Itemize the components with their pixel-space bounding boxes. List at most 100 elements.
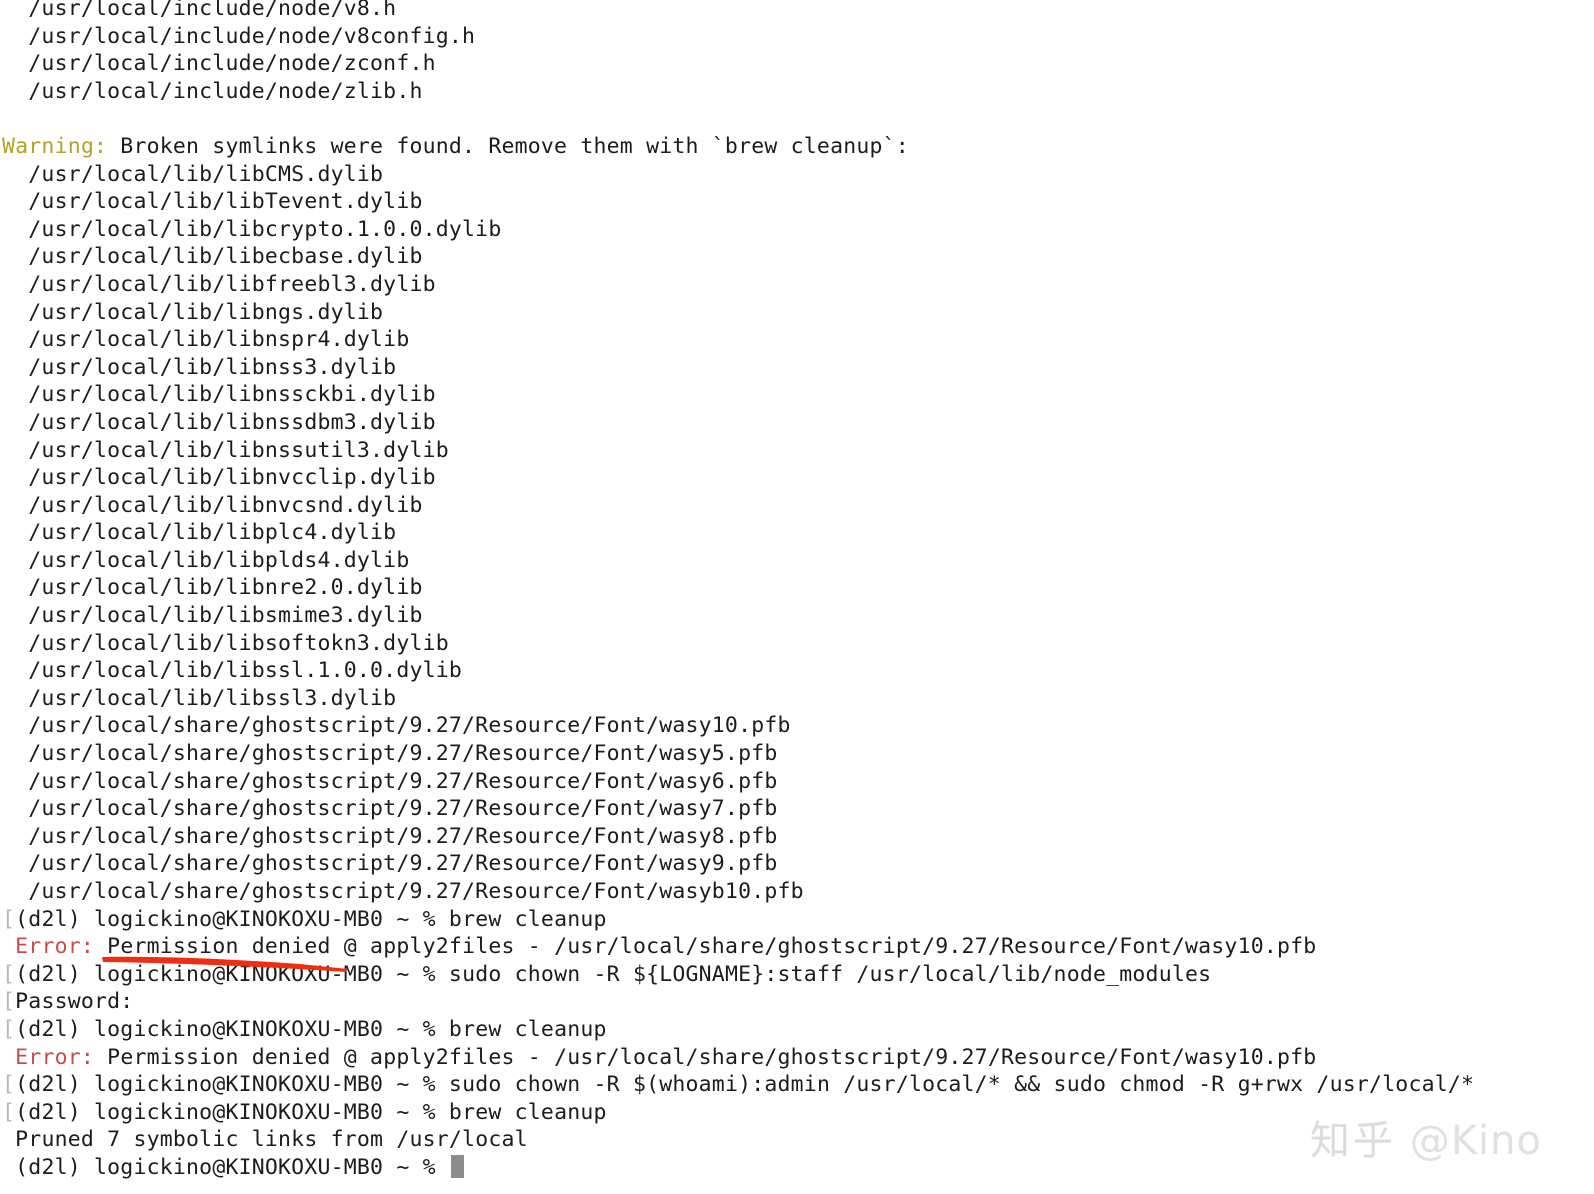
terminal-output-line: /usr/local/lib/libssl3.dylib bbox=[0, 685, 1594, 713]
prompt-mark bbox=[2, 934, 15, 959]
terminal-output-line: /usr/local/lib/libnvcsnd.dylib bbox=[0, 492, 1594, 520]
terminal-prompt-line: (d2l) logickino@KINOKOXU-MB0 ~ % bbox=[0, 1154, 1594, 1182]
output-text: Pruned 7 symbolic links from /usr/local bbox=[15, 1127, 528, 1153]
warning-text: Broken symlinks were found. Remove them … bbox=[107, 133, 909, 159]
prompt-mark bbox=[2, 1155, 15, 1180]
terminal-output-line: /usr/local/lib/libnssutil3.dylib bbox=[0, 437, 1594, 465]
output-text: /usr/local/lib/libecbase.dylib bbox=[2, 244, 423, 270]
shell-prompt: (d2l) logickino@KINOKOXU-MB0 ~ % bbox=[15, 906, 449, 932]
prompt-mark: [ bbox=[2, 1072, 16, 1098]
output-text: /usr/local/share/ghostscript/9.27/Resour… bbox=[2, 851, 778, 877]
output-text: /usr/local/lib/libfreebl3.dylib bbox=[2, 271, 436, 297]
shell-prompt: (d2l) logickino@KINOKOXU-MB0 ~ % bbox=[15, 961, 449, 987]
prompt-mark: [ bbox=[2, 906, 16, 932]
output-text: /usr/local/lib/libsoftokn3.dylib bbox=[2, 630, 449, 656]
error-text: Permission denied @ apply2files - /usr/l… bbox=[94, 934, 1317, 960]
terminal-output-line: /usr/local/lib/libnssdbm3.dylib bbox=[0, 409, 1594, 437]
output-text: /usr/local/lib/libCMS.dylib bbox=[2, 161, 384, 187]
error-text: Permission denied @ apply2files - /usr/l… bbox=[94, 1044, 1317, 1070]
prompt-mark: [ bbox=[2, 989, 16, 1015]
terminal-output-line: /usr/local/lib/libnssckbi.dylib bbox=[0, 381, 1594, 409]
terminal-output-line: [Password: bbox=[0, 988, 1594, 1016]
prompt-mark: [ bbox=[2, 1099, 16, 1125]
terminal-prompt-line: [(d2l) logickino@KINOKOXU-MB0 ~ % brew c… bbox=[0, 1016, 1594, 1044]
terminal-output-line: /usr/local/lib/libsmime3.dylib bbox=[0, 602, 1594, 630]
terminal-output-line: /usr/local/share/ghostscript/9.27/Resour… bbox=[0, 740, 1594, 768]
terminal-error-line: Error: Permission denied @ apply2files -… bbox=[0, 933, 1594, 961]
output-text: /usr/local/share/ghostscript/9.27/Resour… bbox=[2, 823, 778, 849]
prompt-mark bbox=[2, 1045, 15, 1070]
output-text: /usr/local/lib/libngs.dylib bbox=[2, 299, 384, 325]
terminal-output-line: /usr/local/share/ghostscript/9.27/Resour… bbox=[0, 795, 1594, 823]
terminal-prompt-line: [(d2l) logickino@KINOKOXU-MB0 ~ % sudo c… bbox=[0, 1071, 1594, 1099]
terminal-output-line: /usr/local/lib/libsoftokn3.dylib bbox=[0, 630, 1594, 658]
output-text: /usr/local/include/node/zconf.h bbox=[2, 51, 436, 77]
terminal-prompt-line: [(d2l) logickino@KINOKOXU-MB0 ~ % brew c… bbox=[0, 1099, 1594, 1127]
output-text: /usr/local/lib/libnre2.0.dylib bbox=[2, 575, 423, 601]
output-text: /usr/local/lib/libnvcclip.dylib bbox=[2, 465, 436, 491]
terminal-output-line: /usr/local/share/ghostscript/9.27/Resour… bbox=[0, 712, 1594, 740]
terminal-output-line: /usr/local/share/ghostscript/9.27/Resour… bbox=[0, 823, 1594, 851]
shell-command[interactable]: sudo chown -R ${LOGNAME}:staff /usr/loca… bbox=[449, 962, 1211, 987]
warning-label: Warning: bbox=[2, 133, 108, 159]
prompt-mark bbox=[2, 1127, 15, 1152]
output-text: /usr/local/lib/libnssdbm3.dylib bbox=[2, 409, 436, 435]
output-text: /usr/local/lib/libssl.1.0.0.dylib bbox=[2, 658, 463, 684]
shell-prompt: (d2l) logickino@KINOKOXU-MB0 ~ % bbox=[15, 1099, 449, 1125]
shell-command[interactable]: brew cleanup bbox=[449, 1017, 607, 1042]
terminal-warning-line: Warning: Broken symlinks were found. Rem… bbox=[0, 133, 1594, 161]
terminal-output-line: /usr/local/share/ghostscript/9.27/Resour… bbox=[0, 850, 1594, 878]
shell-prompt: (d2l) logickino@KINOKOXU-MB0 ~ % bbox=[15, 1072, 449, 1098]
output-text: /usr/local/lib/libTevent.dylib bbox=[2, 189, 423, 215]
error-label: Error: bbox=[15, 934, 95, 960]
prompt-mark: [ bbox=[2, 1016, 16, 1042]
output-text: /usr/local/lib/libcrypto.1.0.0.dylib bbox=[2, 216, 502, 242]
terminal-output-line: /usr/local/include/node/v8.h bbox=[0, 0, 1594, 23]
output-text: Password: bbox=[15, 989, 134, 1015]
terminal-output-line: /usr/local/lib/libTevent.dylib bbox=[0, 188, 1594, 216]
terminal-output-line: /usr/local/lib/libecbase.dylib bbox=[0, 243, 1594, 271]
output-text: /usr/local/lib/libssl3.dylib bbox=[2, 685, 397, 711]
terminal-output-line: /usr/local/lib/libplc4.dylib bbox=[0, 519, 1594, 547]
shell-command[interactable]: brew cleanup bbox=[449, 907, 607, 932]
terminal-output-line: /usr/local/share/ghostscript/9.27/Resour… bbox=[0, 878, 1594, 906]
terminal-window[interactable]: /usr/local/include/node/v8.h /usr/local/… bbox=[0, 0, 1594, 1194]
terminal-output: /usr/local/include/node/v8.h /usr/local/… bbox=[0, 0, 1594, 1182]
output-text: /usr/local/share/ghostscript/9.27/Resour… bbox=[2, 713, 791, 739]
output-text: /usr/local/share/ghostscript/9.27/Resour… bbox=[2, 796, 778, 822]
terminal-output-line: /usr/local/share/ghostscript/9.27/Resour… bbox=[0, 768, 1594, 796]
output-text: /usr/local/lib/libnssutil3.dylib bbox=[2, 437, 449, 463]
output-text: /usr/local/lib/libnssckbi.dylib bbox=[2, 382, 436, 408]
terminal-output-line: /usr/local/lib/libcrypto.1.0.0.dylib bbox=[0, 216, 1594, 244]
output-text: /usr/local/lib/libplds4.dylib bbox=[2, 547, 410, 573]
terminal-output-line: /usr/local/lib/libnspr4.dylib bbox=[0, 326, 1594, 354]
terminal-output-line: /usr/local/lib/libnvcclip.dylib bbox=[0, 464, 1594, 492]
output-text: /usr/local/lib/libnspr4.dylib bbox=[2, 327, 410, 353]
output-text: /usr/local/include/node/zlib.h bbox=[2, 78, 423, 104]
terminal-output-line: /usr/local/include/node/zconf.h bbox=[0, 50, 1594, 78]
terminal-output-line: /usr/local/lib/libnss3.dylib bbox=[0, 354, 1594, 382]
terminal-output-line: /usr/local/lib/libssl.1.0.0.dylib bbox=[0, 657, 1594, 685]
error-label: Error: bbox=[15, 1044, 95, 1070]
output-text: /usr/local/share/ghostscript/9.27/Resour… bbox=[2, 741, 778, 767]
terminal-prompt-line: [(d2l) logickino@KINOKOXU-MB0 ~ % sudo c… bbox=[0, 961, 1594, 989]
terminal-error-line: Error: Permission denied @ apply2files -… bbox=[0, 1044, 1594, 1072]
output-text: /usr/local/lib/libsmime3.dylib bbox=[2, 603, 423, 629]
text-cursor bbox=[450, 1154, 464, 1178]
shell-command[interactable]: sudo chown -R $(whoami):admin /usr/local… bbox=[449, 1072, 1474, 1097]
terminal-output-line: /usr/local/lib/libfreebl3.dylib bbox=[0, 271, 1594, 299]
shell-command[interactable]: brew cleanup bbox=[449, 1100, 607, 1125]
output-text: /usr/local/include/node/v8config.h bbox=[2, 23, 476, 49]
output-text: /usr/local/lib/libnss3.dylib bbox=[2, 354, 397, 380]
terminal-output-line: /usr/local/lib/libnre2.0.dylib bbox=[0, 574, 1594, 602]
terminal-output-line: /usr/local/lib/libCMS.dylib bbox=[0, 161, 1594, 189]
terminal-output-line: /usr/local/lib/libplds4.dylib bbox=[0, 547, 1594, 575]
output-text: /usr/local/include/node/v8.h bbox=[2, 0, 397, 21]
output-text: /usr/local/lib/libplc4.dylib bbox=[2, 520, 397, 546]
output-text: /usr/local/share/ghostscript/9.27/Resour… bbox=[2, 879, 804, 904]
output-text: /usr/local/lib/libnvcsnd.dylib bbox=[2, 492, 423, 518]
terminal-output-line: /usr/local/lib/libngs.dylib bbox=[0, 299, 1594, 327]
terminal-output-line: Pruned 7 symbolic links from /usr/local bbox=[0, 1126, 1594, 1154]
output-text: /usr/local/share/ghostscript/9.27/Resour… bbox=[2, 768, 778, 794]
